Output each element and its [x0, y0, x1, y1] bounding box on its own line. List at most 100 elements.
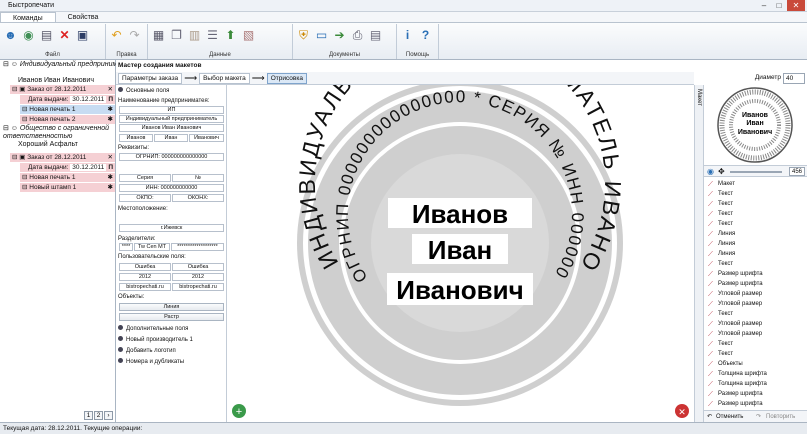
export-icon[interactable]: ➔ [331, 26, 348, 44]
page-2[interactable]: 2 [94, 411, 103, 420]
ip-field[interactable]: ИП [119, 106, 224, 114]
tree-order-1[interactable]: ⊟ ▣ Заказ от 28.12.2011 ✕ [10, 85, 115, 94]
step-order-params[interactable]: Параметры заказа [118, 72, 183, 84]
layer-item[interactable]: ⟋ Текст [708, 219, 733, 229]
step-render[interactable]: Отрисовка [266, 72, 307, 84]
section-new-maker[interactable]: Новый производитель 1 [118, 336, 193, 344]
tree-client-name[interactable]: Иванов Иван Иванович [18, 77, 94, 85]
object-line-button[interactable]: Линия [119, 303, 224, 311]
tree-client-2-name[interactable]: Хороший Асфальт [18, 141, 78, 149]
font-name-field[interactable]: Tw Cen MT [134, 243, 170, 251]
layer-item[interactable]: ⟋ Толщина шрифта [708, 379, 767, 389]
user-field-1b[interactable]: Ошибка [172, 263, 224, 271]
layer-item[interactable]: ⟋ Текст [708, 189, 733, 199]
section-main-fields[interactable]: Основные поля [118, 87, 169, 95]
stamp-icon[interactable]: ⬆ [222, 26, 239, 44]
help-icon[interactable]: ? [417, 26, 434, 44]
patronymic-field[interactable]: Иванович [189, 134, 224, 142]
ip-full-field[interactable]: Индивидуальный предприниматель [119, 115, 224, 123]
close-button[interactable]: ✕ [787, 0, 805, 11]
ogrnip-field[interactable]: ОГРНИП: 000000000000000 [119, 153, 224, 161]
tab-properties[interactable]: Свойства [56, 12, 111, 22]
user-icon[interactable]: ☻ [2, 26, 19, 44]
page-next[interactable]: › [104, 411, 113, 420]
tab-commands[interactable]: Команды [0, 12, 56, 22]
monitor-icon[interactable]: ▭ [313, 26, 330, 44]
layer-item[interactable]: ⟋ Текст [708, 199, 733, 209]
globe-icon[interactable]: ◉ [20, 26, 37, 44]
layer-item[interactable]: ⟋ Текст [708, 259, 733, 269]
shield-icon[interactable]: ⛨ [295, 26, 312, 44]
list-icon[interactable]: ☰ [204, 26, 221, 44]
tree-item-stamp-3[interactable]: ⊟ Новая печать 1 ✱ [20, 173, 115, 182]
zoom-icon[interactable]: ◉ [707, 167, 714, 176]
fullname-field[interactable]: Иванов Иван Иванович [119, 124, 224, 132]
number-field[interactable]: № [172, 174, 224, 182]
inn-field[interactable]: ИНН: 000000000000 [119, 184, 224, 192]
archive-icon[interactable]: ▧ [240, 26, 257, 44]
tree-order-2[interactable]: ⊟ ▣ Заказ от 28.12.2011 ✕ [10, 153, 115, 162]
document-icon[interactable]: ▦ [150, 26, 167, 44]
delete-icon[interactable]: ✕ [56, 26, 73, 44]
layer-item[interactable]: ⟋ Толщина шрифта [708, 369, 767, 379]
layer-item[interactable]: ⟋ Размер шрифта [708, 389, 763, 399]
maximize-button[interactable]: □ [772, 0, 786, 11]
series-field[interactable]: Серия [119, 174, 171, 182]
fit-icon[interactable]: ✥ [718, 167, 725, 176]
user-field-2a[interactable]: 2012 [119, 273, 171, 281]
layer-item[interactable]: ⟋ Угловой размер [708, 289, 762, 299]
layer-item[interactable]: ⟋ Размер шрифта [708, 279, 763, 289]
okonh-field[interactable]: ОКОНХ: [172, 194, 224, 202]
tree-item-stamp-4[interactable]: ⊟ Новый штамп 1 ✱ [20, 183, 115, 192]
user-field-1a[interactable]: Ошибка [119, 263, 171, 271]
city-field[interactable]: г.Ижевск [119, 224, 224, 232]
okpo-field[interactable]: ОКПО: [119, 194, 171, 202]
tree-order-2-date[interactable]: Дата выдачи: 30.12.2011 П [20, 163, 115, 172]
print-icon[interactable]: ⎙ [349, 26, 366, 44]
tree-item-stamp-2[interactable]: ⊟ Новая печать 2 ✱ [20, 115, 115, 124]
object-raster-button[interactable]: Растр [119, 313, 224, 321]
page-1[interactable]: 1 [84, 411, 93, 420]
layer-item[interactable]: ⟋ Объекты [708, 359, 743, 369]
layer-item[interactable]: ⟋ Размер шрифта [708, 399, 763, 409]
zoom-slider[interactable] [730, 171, 782, 173]
save-icon[interactable]: ▣ [74, 26, 91, 44]
tree-order-1-date[interactable]: Дата выдачи: 30.12.2011 П [20, 95, 115, 104]
undo-icon[interactable]: ↶ [108, 26, 125, 44]
card-icon[interactable]: ▤ [38, 26, 55, 44]
separator-left[interactable]: **** [119, 243, 133, 251]
user-field-3b[interactable]: bistropechati.ru [172, 283, 224, 291]
layer-item[interactable]: ⟋ Размер шрифта [708, 269, 763, 279]
layer-item[interactable]: ⟋ Угловой размер [708, 329, 762, 339]
section-extra-fields[interactable]: Дополнительные поля [118, 325, 188, 333]
layer-item[interactable]: ⟋ Текст [708, 349, 733, 359]
section-numbers[interactable]: Номера и дубликаты [118, 358, 184, 366]
layer-item[interactable]: ⟋ Линия [708, 239, 735, 249]
layout-side-tab[interactable]: Макет [694, 85, 704, 422]
layer-item[interactable]: ⟋ Угловой размер [708, 319, 762, 329]
tree-item-stamp-1[interactable]: ⊟ Новая печать 1 ✱ [20, 105, 115, 114]
separator-right[interactable]: ******************* [171, 243, 224, 251]
user-field-2b[interactable]: 2012 [172, 273, 224, 281]
zoom-value[interactable]: 456 [789, 167, 805, 176]
step-select-layout[interactable]: Выбор макета [199, 72, 250, 84]
user-field-3a[interactable]: bistropechati.ru [119, 283, 171, 291]
layer-item[interactable]: ⟋ Текст [708, 339, 733, 349]
print-setup-icon[interactable]: ▤ [367, 26, 384, 44]
layer-item[interactable]: ⟋ Угловой размер [708, 299, 762, 309]
layer-item[interactable]: ⟋ Макет [708, 179, 735, 189]
tree-client-2-type[interactable]: ⊟ ☺ Общество с ограниченной ответственно… [3, 125, 113, 141]
layer-item[interactable]: ⟋ Текст [708, 309, 733, 319]
redo-icon[interactable]: ↷ [126, 26, 143, 44]
layer-item[interactable]: ⟋ Текст [708, 209, 733, 219]
drawing-canvas[interactable]: ИНДИВИДУАЛЬНЫЙ ПРЕДПРИНИМАТЕЛЬ ИВАНОВ ИВ… [218, 17, 694, 422]
pages-icon[interactable]: ▥ [186, 26, 203, 44]
surname-field[interactable]: Иванов [119, 134, 153, 142]
layer-item[interactable]: ⟋ Линия [708, 249, 735, 259]
diameter-input[interactable]: 40 [783, 73, 805, 84]
layer-item[interactable]: ⟋ Линия [708, 229, 735, 239]
section-add-logo[interactable]: Добавить логотип [118, 347, 176, 355]
minimize-button[interactable]: – [757, 0, 771, 11]
firstname-field[interactable]: Иван [154, 134, 188, 142]
copy-icon[interactable]: ❐ [168, 26, 185, 44]
